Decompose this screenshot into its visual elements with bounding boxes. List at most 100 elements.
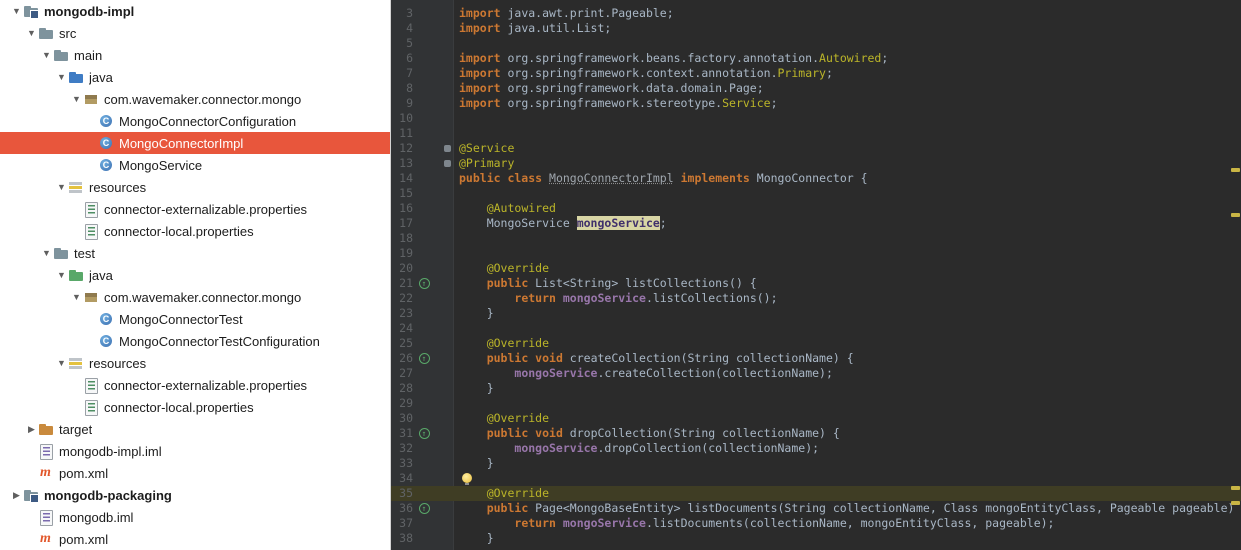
code-line-3[interactable]: 3import java.awt.print.Pageable;	[391, 6, 1241, 21]
tree-item-mongodb-packaging[interactable]: ▶mongodb-packaging	[0, 484, 390, 506]
line-number[interactable]: 7	[391, 66, 416, 81]
tree-item-com-wavemaker-connector-mongo[interactable]: ▼com.wavemaker.connector.mongo	[0, 286, 390, 308]
line-number[interactable]: 18	[391, 231, 416, 246]
code-line-5[interactable]: 5	[391, 36, 1241, 51]
code-line-33[interactable]: 33 }	[391, 456, 1241, 471]
code-line-37[interactable]: 37 return mongoService.listDocuments(col…	[391, 516, 1241, 531]
line-number[interactable]: 12	[391, 141, 416, 156]
line-number[interactable]: 11	[391, 126, 416, 141]
tree-item-mongodb-impl[interactable]: ▼mongodb-impl	[0, 0, 390, 22]
tree-item-connector-local-properties[interactable]: connector-local.properties	[0, 396, 390, 418]
tree-item-java[interactable]: ▼java	[0, 264, 390, 286]
line-number[interactable]: 34	[391, 471, 416, 486]
tree-item-pom-xml[interactable]: mpom.xml	[0, 528, 390, 550]
warning-stripe-mark[interactable]	[1231, 501, 1240, 505]
line-number[interactable]: 17	[391, 216, 416, 231]
line-number[interactable]: 32	[391, 441, 416, 456]
code-line-26[interactable]: 26↑ public void createCollection(String …	[391, 351, 1241, 366]
code-line-28[interactable]: 28 }	[391, 381, 1241, 396]
code-line-17[interactable]: 17 MongoService mongoService;	[391, 216, 1241, 231]
line-number[interactable]: 4	[391, 21, 416, 36]
line-number[interactable]: 30	[391, 411, 416, 426]
tree-item-mongoconnectorimpl[interactable]: CMongoConnectorImpl	[0, 132, 390, 154]
line-number[interactable]: 6	[391, 51, 416, 66]
spring-bean-icon[interactable]	[444, 160, 451, 167]
chevron-down-icon[interactable]: ▼	[40, 50, 53, 60]
line-number[interactable]: 27	[391, 366, 416, 381]
code-line-32[interactable]: 32 mongoService.dropCollection(collectio…	[391, 441, 1241, 456]
code-line-8[interactable]: 8import org.springframework.data.domain.…	[391, 81, 1241, 96]
tree-item-connector-externalizable-properties[interactable]: connector-externalizable.properties	[0, 374, 390, 396]
override-method-icon[interactable]: ↑	[419, 353, 430, 364]
chevron-down-icon[interactable]: ▼	[55, 182, 68, 192]
line-number[interactable]: 9	[391, 96, 416, 111]
chevron-down-icon[interactable]: ▼	[55, 72, 68, 82]
line-number[interactable]: 16	[391, 201, 416, 216]
code-line-36[interactable]: 36↑ public Page<MongoBaseEntity> listDoc…	[391, 501, 1241, 516]
chevron-down-icon[interactable]: ▼	[70, 292, 83, 302]
code-line-35[interactable]: 35 @Override	[391, 486, 1241, 501]
override-method-icon[interactable]: ↑	[419, 428, 430, 439]
code-area[interactable]: 3import java.awt.print.Pageable;4import …	[391, 0, 1241, 546]
line-number[interactable]: 3	[391, 6, 416, 21]
line-number[interactable]: 23	[391, 306, 416, 321]
editor-pane[interactable]: 3import java.awt.print.Pageable;4import …	[391, 0, 1241, 550]
tree-item-mongoservice[interactable]: CMongoService	[0, 154, 390, 176]
code-line-11[interactable]: 11	[391, 126, 1241, 141]
line-number[interactable]: 22	[391, 291, 416, 306]
spring-bean-icon[interactable]	[444, 145, 451, 152]
line-number[interactable]: 14	[391, 171, 416, 186]
tree-item-pom-xml[interactable]: mpom.xml	[0, 462, 390, 484]
code-line-22[interactable]: 22 return mongoService.listCollections()…	[391, 291, 1241, 306]
line-number[interactable]: 15	[391, 186, 416, 201]
tree-item-mongodb-impl-iml[interactable]: mongodb-impl.iml	[0, 440, 390, 462]
code-line-19[interactable]: 19	[391, 246, 1241, 261]
chevron-down-icon[interactable]: ▼	[55, 358, 68, 368]
chevron-right-icon[interactable]: ▶	[10, 490, 23, 501]
tree-item-connector-local-properties[interactable]: connector-local.properties	[0, 220, 390, 242]
code-line-13[interactable]: 13@Primary	[391, 156, 1241, 171]
line-number[interactable]: 19	[391, 246, 416, 261]
chevron-down-icon[interactable]: ▼	[25, 28, 38, 38]
line-number[interactable]: 29	[391, 396, 416, 411]
code-line-14[interactable]: 14public class MongoConnectorImpl implem…	[391, 171, 1241, 186]
chevron-down-icon[interactable]: ▼	[10, 6, 23, 16]
line-number[interactable]: 13	[391, 156, 416, 171]
tree-item-mongoconnectortestconfiguration[interactable]: CMongoConnectorTestConfiguration	[0, 330, 390, 352]
line-number[interactable]: 24	[391, 321, 416, 336]
tree-item-java[interactable]: ▼java	[0, 66, 390, 88]
code-line-15[interactable]: 15	[391, 186, 1241, 201]
tree-item-test[interactable]: ▼test	[0, 242, 390, 264]
line-number[interactable]: 5	[391, 36, 416, 51]
tree-item-resources[interactable]: ▼resources	[0, 352, 390, 374]
chevron-down-icon[interactable]: ▼	[40, 248, 53, 258]
line-number[interactable]: 31	[391, 426, 416, 441]
code-line-20[interactable]: 20 @Override	[391, 261, 1241, 276]
override-method-icon[interactable]: ↑	[419, 503, 430, 514]
code-line-9[interactable]: 9import org.springframework.stereotype.S…	[391, 96, 1241, 111]
code-line-12[interactable]: 12@Service	[391, 141, 1241, 156]
code-line-23[interactable]: 23 }	[391, 306, 1241, 321]
line-number[interactable]: 28	[391, 381, 416, 396]
line-number[interactable]: 36	[391, 501, 416, 516]
chevron-right-icon[interactable]: ▶	[25, 424, 38, 435]
line-number[interactable]: 35	[391, 486, 416, 501]
code-line-27[interactable]: 27 mongoService.createCollection(collect…	[391, 366, 1241, 381]
tree-item-resources[interactable]: ▼resources	[0, 176, 390, 198]
code-line-18[interactable]: 18	[391, 231, 1241, 246]
line-number[interactable]: 37	[391, 516, 416, 531]
chevron-down-icon[interactable]: ▼	[55, 270, 68, 280]
code-line-31[interactable]: 31↑ public void dropCollection(String co…	[391, 426, 1241, 441]
code-line-30[interactable]: 30 @Override	[391, 411, 1241, 426]
code-line-16[interactable]: 16 @Autowired	[391, 201, 1241, 216]
line-number[interactable]: 25	[391, 336, 416, 351]
line-number[interactable]: 33	[391, 456, 416, 471]
tree-item-mongodb-iml[interactable]: mongodb.iml	[0, 506, 390, 528]
line-number[interactable]: 20	[391, 261, 416, 276]
line-number[interactable]: 8	[391, 81, 416, 96]
code-line-29[interactable]: 29	[391, 396, 1241, 411]
line-number[interactable]: 38	[391, 531, 416, 546]
error-stripe[interactable]	[1229, 0, 1241, 550]
code-line-10[interactable]: 10	[391, 111, 1241, 126]
tree-item-src[interactable]: ▼src	[0, 22, 390, 44]
